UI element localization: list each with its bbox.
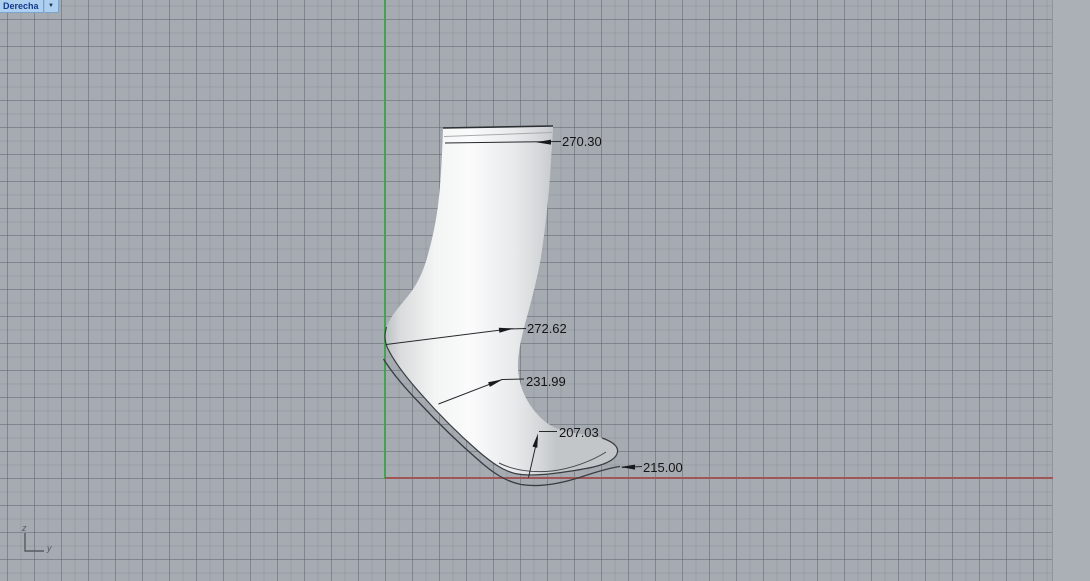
dimension-label[interactable]: 270.30: [562, 134, 602, 149]
last-model[interactable]: [385, 127, 618, 476]
scene-overlay: [0, 0, 1090, 581]
viewport-title[interactable]: Derecha: [0, 0, 44, 13]
gizmo-y-label: y: [47, 543, 52, 553]
leader-215-00: [621, 465, 643, 470]
viewport-tab[interactable]: Derecha ▼: [0, 0, 59, 13]
gizmo-z-label: z: [22, 523, 27, 533]
dimension-label[interactable]: 207.03: [559, 425, 599, 440]
dimension-label[interactable]: 272.62: [527, 321, 567, 336]
dimension-label[interactable]: 215.00: [643, 460, 683, 475]
axis-gizmo: [25, 533, 44, 551]
chevron-down-icon[interactable]: ▼: [44, 0, 59, 13]
dimension-label[interactable]: 231.99: [526, 374, 566, 389]
